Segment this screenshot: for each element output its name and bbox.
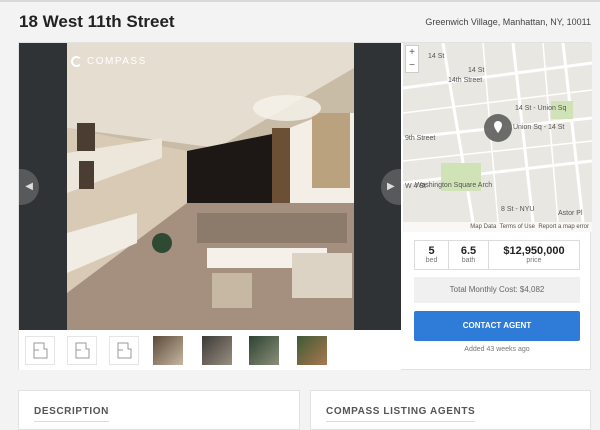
map-label: 14 St xyxy=(428,53,445,60)
zoom-in-button[interactable]: + xyxy=(406,46,418,59)
map-label: 9th Street xyxy=(405,135,436,142)
floorplan-thumb[interactable] xyxy=(67,336,97,365)
photo-thumb[interactable] xyxy=(249,336,279,365)
photo-gallery[interactable]: COMPASS ◀ ▶ xyxy=(19,43,401,330)
thumbnail-strip xyxy=(19,330,401,370)
photo-thumb[interactable] xyxy=(153,336,183,365)
map-label: 14 St - Union Sq xyxy=(515,105,567,112)
compass-logo-text: COMPASS xyxy=(87,56,147,67)
floorplan-icon xyxy=(33,342,48,359)
map-label: 14 St xyxy=(468,67,485,74)
listing-stats: 5 bed 6.5 bath $12,950,000 price xyxy=(414,240,580,270)
added-timestamp: Added 43 weeks ago xyxy=(464,346,530,353)
price-label: price xyxy=(526,257,542,264)
map-footer: Map Data Terms of Use Report a map error xyxy=(403,222,592,232)
listing-address: 18 West 11th Street xyxy=(19,12,175,31)
photo-thumb[interactable] xyxy=(297,336,327,365)
compass-logo-icon xyxy=(71,56,82,67)
listing-location: Greenwich Village, Manhattan, NY, 10011 xyxy=(425,17,591,27)
contact-agent-button[interactable]: CONTACT AGENT xyxy=(414,311,580,341)
map-label: Astor Pl xyxy=(558,210,583,217)
map-label: Washington Square Arch xyxy=(415,182,493,189)
description-heading: DESCRIPTION xyxy=(34,406,109,422)
zoom-out-button[interactable]: − xyxy=(406,59,418,72)
listing-agents-panel: COMPASS LISTING AGENTS xyxy=(310,390,591,430)
price-stat: $12,950,000 price xyxy=(489,241,579,269)
report-map-error-link[interactable]: Report a map error xyxy=(538,224,589,230)
compass-logo: COMPASS xyxy=(71,56,147,67)
description-panel: DESCRIPTION xyxy=(18,390,300,430)
chevron-right-icon[interactable]: ▶ xyxy=(381,169,401,205)
chevron-left-icon[interactable]: ◀ xyxy=(19,169,39,205)
floorplan-icon xyxy=(117,342,132,359)
floorplan-thumb[interactable] xyxy=(109,336,139,365)
terms-of-use-link[interactable]: Terms of Use xyxy=(500,224,535,230)
baths-value: 6.5 xyxy=(460,245,477,257)
beds-label: bed xyxy=(425,257,438,264)
top-divider xyxy=(0,0,600,2)
listing-photo xyxy=(67,43,354,330)
listing-agents-heading: COMPASS LISTING AGENTS xyxy=(326,406,476,422)
floorplan-icon xyxy=(75,342,90,359)
monthly-cost: Total Monthly Cost: $4,082 xyxy=(414,277,580,303)
beds-stat: 5 bed xyxy=(415,241,449,269)
map-label: 14th Street xyxy=(448,77,483,84)
price-value: $12,950,000 xyxy=(503,245,565,257)
map-zoom-control[interactable]: + − xyxy=(405,45,419,73)
map-label: 8 St - NYU xyxy=(501,206,535,213)
baths-stat: 6.5 bath xyxy=(449,241,489,269)
photo-thumb[interactable] xyxy=(202,336,232,365)
beds-value: 5 xyxy=(428,245,435,257)
baths-label: bath xyxy=(461,257,476,264)
floorplan-thumb[interactable] xyxy=(25,336,55,365)
map-label: Union Sq - 14 St xyxy=(513,124,565,131)
map-data-link[interactable]: Map Data xyxy=(470,224,496,230)
location-map[interactable]: + − 14 St 14 St 14th Street 14 St - Unio… xyxy=(403,43,592,232)
listing-card: COMPASS ◀ ▶ + − 14 St 14 St 14th Street … xyxy=(18,42,592,370)
